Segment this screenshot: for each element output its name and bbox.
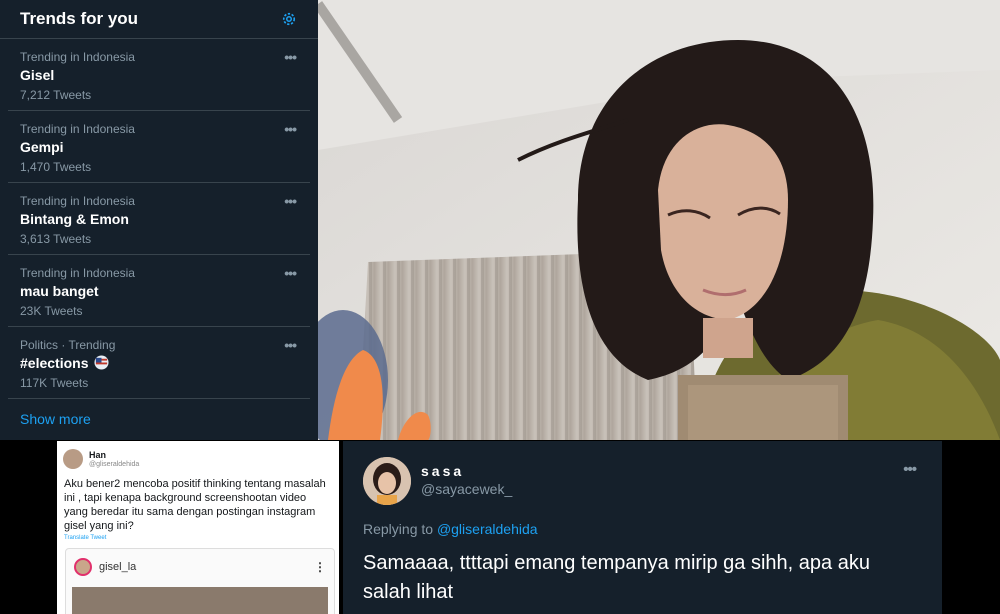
trend-count: 23K Tweets [20,304,83,318]
trend-count: 1,470 Tweets [20,160,92,174]
trend-item[interactable]: Trending in Indonesia mau banget 23K Twe… [8,255,310,327]
tweet-author-handle[interactable]: @sayacewek_ [421,481,512,497]
tweet-author-name[interactable]: Han [89,450,139,460]
trend-context: Trending in Indonesia [20,50,135,64]
more-icon[interactable]: ••• [284,193,297,209]
replying-to-handle-link[interactable]: @gliseraldehida [437,521,538,537]
tweet-author-name[interactable]: sasa [421,463,464,479]
avatar[interactable] [74,558,92,576]
trend-item[interactable]: Politics · Trending #elections 117K Twee… [8,327,310,399]
trend-context: Politics · Trending [20,338,116,352]
avatar[interactable] [63,449,83,469]
trend-context: Trending in Indonesia [20,194,135,208]
instagram-embed[interactable]: gisel_la ⋮ [65,548,335,614]
ballot-box-icon [94,355,109,370]
trend-name: Gisel [20,67,55,83]
more-icon[interactable]: ••• [903,461,917,478]
quoted-tweet-card[interactable]: Han @gliseraldehida Aku bener2 mencoba p… [57,441,339,614]
menu-icon[interactable]: ⋮ [314,560,326,574]
translate-tweet-link[interactable]: Translate Tweet [57,533,339,541]
trend-item[interactable]: Trending in Indonesia Bintang & Emon 3,6… [8,183,310,255]
trend-item[interactable]: Trending in Indonesia Gempi 1,470 Tweets… [8,111,310,183]
tweet-author-handle[interactable]: @gliseraldehida [89,460,139,469]
trend-hashtag: #elections [20,355,89,371]
trend-context: Trending in Indonesia [20,266,135,280]
instagram-photo[interactable] [72,587,328,614]
trends-panel: Trends for you Trending in Indonesia Gis… [0,0,319,440]
show-more-link[interactable]: Show more [20,411,318,427]
video-still-image [318,0,1000,440]
more-icon[interactable]: ••• [284,49,297,65]
trend-context: Trending in Indonesia [20,122,135,136]
trend-count: 3,613 Tweets [20,232,92,246]
trends-header: Trends for you [0,0,318,39]
instagram-header: gisel_la ⋮ [66,549,334,585]
trend-count: 7,212 Tweets [20,88,92,102]
tweet-text: Samaaaa, ttttapi emang tempanya mirip ga… [363,552,870,603]
tweet-header: Han @gliseraldehida [57,441,339,471]
trends-title: Trends for you [20,9,139,28]
tweet-body: Aku bener2 mencoba positif thinking tent… [64,478,326,532]
more-icon[interactable]: ••• [284,121,297,137]
replying-to: Replying to @gliseraldehida [363,521,538,537]
trend-name: Bintang & Emon [20,211,129,227]
avatar-image [363,457,411,505]
gear-icon[interactable] [280,10,298,28]
video-frame [318,0,1000,440]
reply-tweet[interactable]: sasa @sayacewek_ ••• Replying to @gliser… [343,441,942,614]
more-icon[interactable]: ••• [284,265,297,281]
background-strip [942,441,1000,614]
avatar[interactable] [363,457,411,505]
trend-name: mau banget [20,283,99,299]
trend-item[interactable]: Trending in Indonesia Gisel 7,212 Tweets… [8,39,310,111]
trend-name: Gempi [20,139,64,155]
replying-to-label: Replying to [363,521,434,537]
trend-name: #elections [20,353,298,373]
trend-count: 117K Tweets [20,376,89,390]
instagram-username[interactable]: gisel_la [99,561,314,573]
more-icon[interactable]: ••• [284,337,297,353]
